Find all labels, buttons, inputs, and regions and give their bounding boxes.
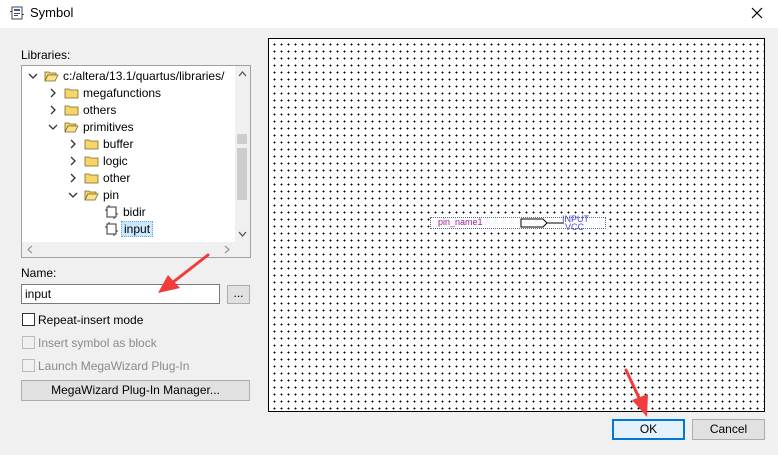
- chevron-right-icon[interactable]: [48, 87, 58, 99]
- tree-item-logic[interactable]: logic: [22, 153, 237, 170]
- scroll-right-icon[interactable]: [224, 245, 231, 254]
- launch-megawizard-checkbox[interactable]: [22, 359, 35, 372]
- chevron-right-icon[interactable]: [68, 138, 78, 150]
- insert-block-checkbox[interactable]: [22, 336, 35, 349]
- tree-vertical-scrollbar[interactable]: [235, 66, 250, 244]
- tree-item-pin[interactable]: pin: [22, 187, 237, 204]
- folder-icon: [64, 88, 79, 99]
- close-icon[interactable]: [748, 4, 766, 22]
- repeat-insert-label[interactable]: Repeat-insert mode: [38, 313, 143, 327]
- folder-open-icon: [44, 71, 59, 82]
- scroll-thumb[interactable]: [237, 134, 247, 144]
- chevron-right-icon[interactable]: [68, 155, 78, 167]
- scroll-left-icon[interactable]: [26, 245, 33, 254]
- folder-icon: [84, 156, 99, 167]
- tree-item-bidir[interactable]: bidir: [22, 204, 237, 221]
- insert-block-label: Insert symbol as block: [38, 336, 157, 350]
- browse-button[interactable]: ...: [227, 285, 250, 304]
- folder-icon: [64, 105, 79, 116]
- symbol-app-icon: [10, 6, 24, 20]
- tree-item-input[interactable]: input: [22, 221, 237, 238]
- pin-symbol: pin_name1 INPUT VCC: [430, 215, 606, 232]
- scroll-down-icon[interactable]: [238, 231, 247, 238]
- libraries-label: Libraries:: [21, 48, 71, 62]
- chevron-right-icon[interactable]: [48, 104, 58, 116]
- tree-item-primitives[interactable]: primitives: [22, 119, 237, 136]
- scroll-up-icon[interactable]: [238, 70, 247, 77]
- input-pin-shape: [520, 218, 564, 228]
- symbol-icon: [105, 205, 118, 219]
- folder-open-icon: [84, 190, 99, 201]
- annotation-arrow-icon: [158, 253, 210, 293]
- folder-open-icon: [64, 122, 79, 133]
- tree-item-megafunctions[interactable]: megafunctions: [22, 85, 237, 102]
- chevron-right-icon[interactable]: [68, 172, 78, 184]
- tree-item-libraries-root[interactable]: c:/altera/13.1/quartus/libraries/: [22, 68, 237, 85]
- cancel-button[interactable]: Cancel: [692, 419, 765, 440]
- repeat-insert-checkbox[interactable]: [22, 313, 35, 326]
- tree-item-others[interactable]: others: [22, 102, 237, 119]
- window-title: Symbol: [30, 5, 74, 20]
- folder-icon: [84, 173, 99, 184]
- scroll-thumb-lower[interactable]: [237, 148, 247, 200]
- folder-icon: [84, 139, 99, 150]
- pin-default-text: VCC: [565, 222, 585, 232]
- launch-megawizard-label: Launch MegaWizard Plug-In: [38, 359, 190, 373]
- title-bar: Symbol: [0, 0, 778, 28]
- scroll-corner: [235, 242, 250, 257]
- annotation-arrow-icon: [624, 368, 648, 417]
- tree-item-other[interactable]: other: [22, 170, 237, 187]
- ok-button[interactable]: OK: [612, 419, 685, 440]
- chevron-down-icon[interactable]: [48, 121, 58, 133]
- pin-name-text: pin_name1: [438, 217, 483, 227]
- tree-item-buffer[interactable]: buffer: [22, 136, 237, 153]
- chevron-down-icon[interactable]: [68, 189, 78, 201]
- name-label: Name:: [21, 266, 57, 280]
- symbol-icon: [105, 222, 118, 236]
- chevron-down-icon[interactable]: [28, 70, 38, 82]
- symbol-preview-canvas: pin_name1 INPUT VCC: [268, 38, 765, 412]
- library-tree[interactable]: c:/altera/13.1/quartus/libraries/ megafu…: [21, 65, 251, 258]
- megawizard-manager-button[interactable]: MegaWizard Plug-In Manager...: [21, 380, 250, 401]
